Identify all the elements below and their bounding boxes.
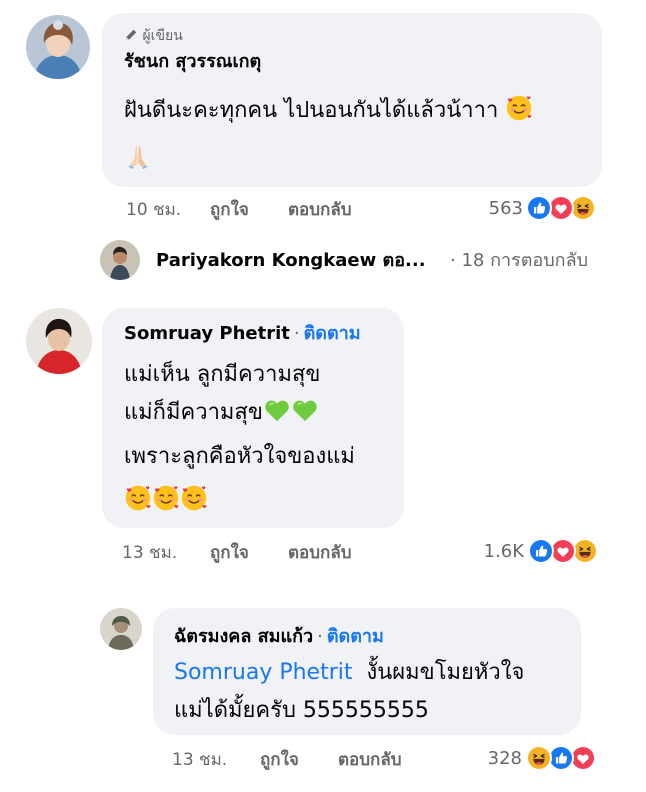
comment-timestamp[interactable]: 13 ชม. [172, 752, 227, 769]
like-icon [528, 538, 554, 564]
reaction-count[interactable]: 328 [488, 750, 522, 768]
comment-text-line: เพราะลูกคือหัวใจของแม่ [124, 444, 355, 469]
like-button[interactable]: ถูกใจ [260, 752, 299, 769]
comment-text-line: Somruay Phetrit งั้นผมขโมยหัวใจ [174, 660, 525, 685]
reaction-icons[interactable] [526, 745, 610, 771]
comment-text-line: ฝันดีนะคะทุกคน ไปนอนกันได้แล้วน้าาา [124, 98, 499, 123]
author-name[interactable]: รัชนก สุวรรณเกตุ [124, 53, 261, 71]
commenter-avatar[interactable] [100, 608, 142, 650]
like-icon [526, 195, 552, 221]
reaction-icons[interactable] [528, 538, 612, 564]
comment-text-line-2 [124, 140, 152, 178]
comment-text-line: แม่ได้มั้ยครับ 555555555 [174, 698, 429, 723]
green-heart-icon [291, 396, 319, 424]
like-button[interactable]: ถูกใจ [210, 202, 249, 219]
reaction-count[interactable]: 563 [489, 200, 523, 218]
reply-button[interactable]: ตอบกลับ [288, 202, 352, 219]
commenter-avatar[interactable] [26, 308, 92, 374]
separator: · [293, 323, 300, 344]
author-badge-label: ผู้เขียน [142, 28, 183, 44]
reply-count[interactable]: · 18 การตอบกลับ [450, 252, 588, 270]
reply-avatar[interactable] [100, 240, 140, 280]
mention-link[interactable]: Somruay Phetrit [174, 660, 353, 685]
smiling-face-with-hearts-icon [124, 484, 152, 512]
reaction-icons[interactable] [526, 195, 610, 221]
haha-icon [526, 745, 552, 771]
commenter-avatar[interactable] [26, 15, 90, 79]
comment-text: ฝันดีนะคะทุกคน ไปนอนกันได้แล้วน้าาา [124, 92, 533, 130]
comment-emoji-line [124, 482, 208, 520]
reply-author-name: Pariyakorn Kongkaew ตอ... [156, 250, 426, 271]
follow-button[interactable]: ติดตาม [327, 626, 384, 647]
smiling-face-with-hearts-icon [152, 484, 180, 512]
green-heart-icon [263, 396, 291, 424]
comment-text-line: แม่ก็มีความสุข [124, 394, 319, 432]
author-badge: ผู้เขียน [124, 28, 183, 43]
pen-icon [124, 28, 138, 42]
author-name[interactable]: ฉัตรมงคล สมแก้ว [174, 626, 313, 647]
author-name[interactable]: Somruay Phetrit [124, 323, 290, 344]
comment-timestamp[interactable]: 13 ชม. [122, 545, 177, 562]
comment-text-line: แม่เห็น ลูกมีความสุข [124, 362, 321, 387]
reaction-count[interactable]: 1.6K [484, 543, 524, 561]
reply-button[interactable]: ตอบกลับ [338, 752, 402, 769]
smiling-face-with-hearts-icon [505, 94, 533, 122]
separator: · [317, 626, 323, 647]
author-header: ฉัตรมงคล สมแก้ว · ติดตาม [174, 628, 384, 646]
view-replies-link[interactable]: Pariyakorn Kongkaew ตอ... [156, 252, 426, 270]
comment-timestamp[interactable]: 10 ชม. [126, 202, 181, 219]
like-button[interactable]: ถูกใจ [210, 545, 249, 562]
smiling-face-with-hearts-icon [180, 484, 208, 512]
author-header: Somruay Phetrit · ติดตาม [124, 325, 361, 343]
folded-hands-icon [124, 142, 152, 170]
reply-button[interactable]: ตอบกลับ [288, 545, 352, 562]
follow-button[interactable]: ติดตาม [304, 323, 361, 344]
